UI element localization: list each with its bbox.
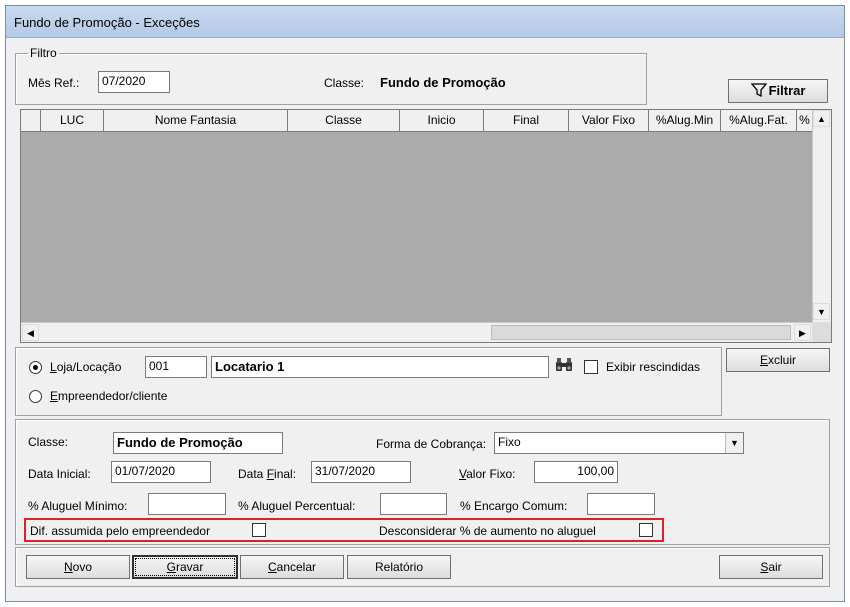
empreendedor-radio[interactable] [29, 390, 42, 403]
forma-cobranca-label: Forma de Cobrança: [376, 437, 487, 451]
scrollbar-corner [812, 322, 831, 342]
filtro-legend: Filtro [28, 46, 59, 60]
grid-col-luc[interactable]: LUC [41, 110, 104, 131]
exibir-rescindidas-label[interactable]: Exibir rescindidas [606, 360, 700, 374]
chevron-down-icon[interactable]: ▼ [725, 433, 743, 453]
encargo-comum-label: % Encargo Comum: [460, 499, 568, 513]
classe-filter-label: Classe: [324, 76, 365, 90]
valor-fixo-label: Valor Fixo: [459, 467, 516, 481]
loja-radio-label[interactable]: Loja/Locação [50, 360, 121, 374]
forma-cobranca-select[interactable]: Fixo ▼ [494, 432, 744, 454]
scroll-down-icon[interactable]: ▼ [813, 303, 830, 320]
loja-code-input[interactable]: 001 [145, 356, 207, 378]
grid-vertical-scrollbar[interactable]: ▲ ▼ [812, 110, 831, 322]
aluguel-percentual-label: % Aluguel Percentual: [238, 499, 356, 513]
classe-label: Classe: [28, 435, 69, 449]
grid-col-inicio[interactable]: Inicio [400, 110, 484, 131]
selection-group: Loja/Locação 001 Locatario 1 Exibir resc… [15, 347, 722, 416]
data-inicial-input[interactable]: 01/07/2020 [111, 461, 211, 483]
dif-assumida-label[interactable]: Dif. assumida pelo empreendedor [30, 524, 210, 538]
filtro-group: Filtro Mês Ref.: 07/2020 Classe: Fundo d… [15, 46, 647, 105]
grid-col-nome-fantasia[interactable]: Nome Fantasia [104, 110, 288, 131]
mes-ref-input[interactable]: 07/2020 [98, 71, 170, 93]
novo-button[interactable]: Novo [26, 555, 130, 579]
aluguel-minimo-input[interactable] [148, 493, 226, 515]
excluir-button[interactable]: Excluir [726, 348, 830, 372]
valor-fixo-input[interactable]: 100,00 [534, 461, 618, 483]
gravar-button[interactable]: Gravar [132, 555, 238, 579]
dialog-window: Fundo de Promoção - Exceções Filtro Mês … [5, 5, 845, 602]
cancelar-button[interactable]: Cancelar [240, 555, 344, 579]
loja-radio-dot [33, 365, 38, 370]
dif-assumida-checkbox[interactable] [252, 523, 266, 537]
horizontal-scroll-thumb[interactable] [491, 325, 791, 340]
grid-col-final[interactable]: Final [484, 110, 569, 131]
relatorio-button[interactable]: Relatório [347, 555, 451, 579]
filtrar-button[interactable]: Filtrar [728, 79, 828, 103]
desconsiderar-checkbox[interactable] [639, 523, 653, 537]
grid-horizontal-scrollbar[interactable]: ◀ ▶ [21, 322, 812, 342]
classe-value-field: Fundo de Promoção [113, 432, 283, 454]
loja-name-field: Locatario 1 [211, 356, 549, 378]
aluguel-minimo-label: % Aluguel Mínimo: [28, 499, 128, 513]
data-final-label: Data Final: [238, 467, 297, 481]
results-grid[interactable]: LUC Nome Fantasia Classe Inicio Final Va… [20, 109, 832, 343]
scroll-up-icon[interactable]: ▲ [813, 110, 830, 127]
title-bar[interactable]: Fundo de Promoção - Exceções [6, 6, 844, 38]
aluguel-percentual-input[interactable] [380, 493, 447, 515]
grid-col-valor-fixo[interactable]: Valor Fixo [569, 110, 649, 131]
scroll-right-icon[interactable]: ▶ [794, 324, 811, 341]
mes-ref-label: Mês Ref.: [28, 76, 80, 90]
grid-col-alug-min[interactable]: %Alug.Min [649, 110, 721, 131]
exibir-rescindidas-checkbox[interactable] [584, 360, 598, 374]
footer-group: Novo Gravar Cancelar Relatório Sair [15, 547, 830, 587]
window-title: Fundo de Promoção - Exceções [14, 15, 200, 30]
encargo-comum-input[interactable] [587, 493, 655, 515]
grid-col-alug-fat[interactable]: %Alug.Fat. [721, 110, 797, 131]
sair-button[interactable]: Sair [719, 555, 823, 579]
grid-col-indicator [21, 110, 41, 131]
data-inicial-label: Data Inicial: [28, 467, 91, 481]
filtrar-label: Filtrar [768, 83, 806, 98]
binoculars-icon[interactable] [553, 357, 575, 377]
grid-header: LUC Nome Fantasia Classe Inicio Final Va… [21, 110, 812, 132]
classe-filter-value: Fundo de Promoção [380, 75, 506, 90]
grid-col-classe[interactable]: Classe [288, 110, 400, 131]
loja-radio[interactable] [29, 361, 42, 374]
grid-col-percent[interactable]: % [797, 110, 812, 131]
filter-icon [750, 83, 767, 98]
data-final-input[interactable]: 31/07/2020 [311, 461, 411, 483]
details-group: Classe: Fundo de Promoção Forma de Cobra… [15, 419, 830, 545]
empreendedor-radio-label[interactable]: Empreendedor/cliente [50, 389, 167, 403]
desconsiderar-label[interactable]: Desconsiderar % de aumento no aluguel [379, 524, 596, 538]
forma-cobranca-value: Fixo [498, 435, 521, 449]
scroll-left-icon[interactable]: ◀ [22, 324, 39, 341]
